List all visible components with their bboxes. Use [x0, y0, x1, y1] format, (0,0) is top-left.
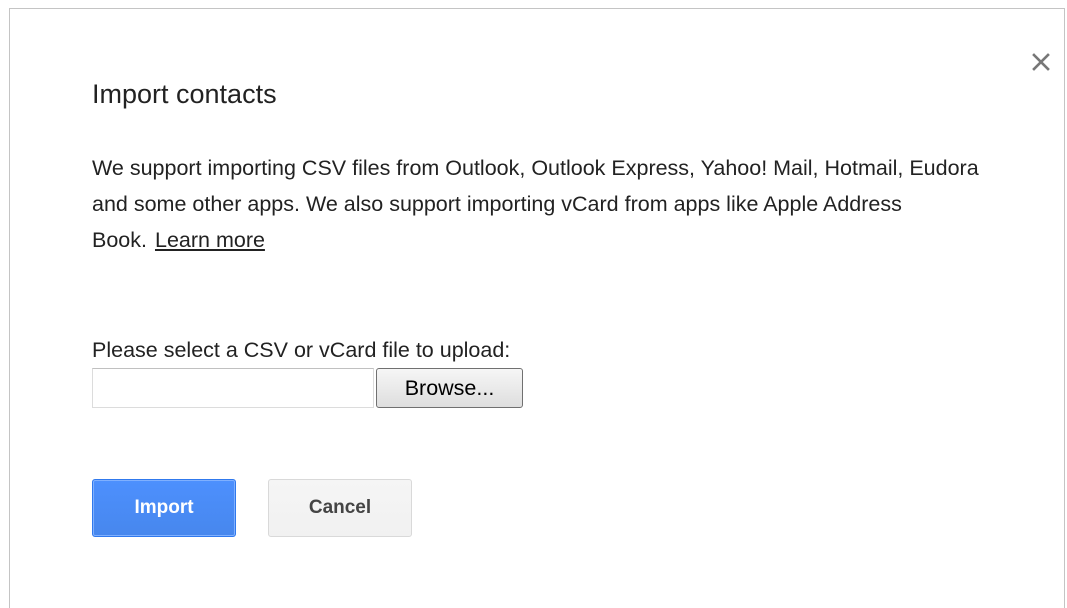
cancel-button[interactable]: Cancel — [268, 479, 412, 537]
close-icon — [1031, 52, 1051, 77]
close-button[interactable] — [1026, 49, 1056, 79]
dialog-description: We support importing CSV files from Outl… — [92, 150, 1012, 258]
browse-button[interactable]: Browse... — [376, 368, 523, 408]
dialog-title: Import contacts — [92, 79, 277, 109]
upload-label: Please select a CSV or vCard file to upl… — [92, 338, 511, 362]
file-path-input[interactable] — [92, 368, 374, 408]
learn-more-link[interactable]: Learn more — [155, 228, 265, 252]
import-button[interactable]: Import — [92, 479, 236, 537]
